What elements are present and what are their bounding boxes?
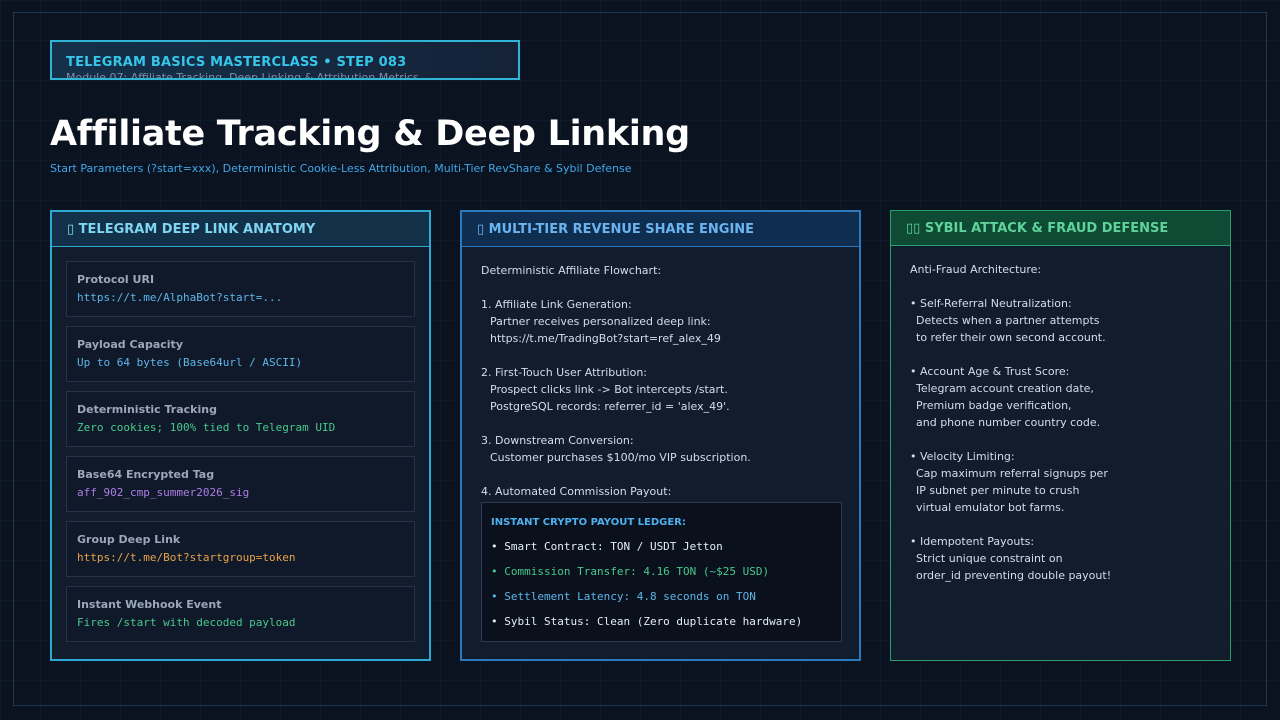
- step-badge: TELEGRAM BASICS MASTERCLASS • STEP 083 M…: [50, 40, 520, 80]
- card-label: Payload Capacity: [77, 338, 183, 351]
- flow-step-line: Partner receives personalized deep link:: [490, 315, 711, 328]
- card-value: Zero cookies; 100% tied to Telegram UID: [77, 421, 336, 434]
- anatomy-card: Base64 Encrypted Tag aff_902_cmp_summer2…: [66, 456, 415, 512]
- sybil-defense-panel: ▯▯ SYBIL ATTACK & FRAUD DEFENSE Anti-Fra…: [890, 210, 1231, 661]
- affiliate-flowchart: Deterministic Affiliate Flowchart: 1. Af…: [462, 247, 859, 500]
- flow-step-title: 1. Affiliate Link Generation:: [481, 298, 632, 311]
- flow-step-line: Prospect clicks link -> Bot intercepts /…: [490, 383, 728, 396]
- anti-fraud-list: Anti-Fraud Architecture: • Self-Referral…: [891, 246, 1230, 584]
- defense-item-title: • Idempotent Payouts:: [910, 535, 1035, 548]
- card-value: Up to 64 bytes (Base64url / ASCII): [77, 356, 303, 369]
- anatomy-card: Instant Webhook Event Fires /start with …: [66, 586, 415, 642]
- flow-step-title: 4. Automated Commission Payout:: [481, 485, 672, 498]
- card-label: Deterministic Tracking: [77, 403, 217, 416]
- flow-step-line: https://t.me/TradingBot?start=ref_alex_4…: [490, 332, 721, 345]
- panel-heading: ▯ TELEGRAM DEEP LINK ANATOMY: [52, 212, 429, 247]
- module-subtitle: Module 07: Affiliate Tracking, Deep Link…: [66, 71, 419, 80]
- defense-item-line: Telegram account creation date,: [916, 382, 1094, 395]
- panel-heading: ▯▯ SYBIL ATTACK & FRAUD DEFENSE: [891, 211, 1230, 246]
- defense-item-line: virtual emulator bot farms.: [916, 501, 1065, 514]
- payout-ledger: INSTANT CRYPTO PAYOUT LEDGER: • Smart Co…: [481, 502, 842, 642]
- panel-heading: ▯ MULTI-TIER REVENUE SHARE ENGINE: [462, 212, 859, 247]
- defense-item-title: • Velocity Limiting:: [910, 450, 1015, 463]
- defense-item-line: Strict unique constraint on: [916, 552, 1063, 565]
- card-value: https://t.me/AlphaBot?start=...: [77, 291, 283, 304]
- anatomy-card-list: Protocol URI https://t.me/AlphaBot?start…: [52, 247, 429, 642]
- flow-step-title: 2. First-Touch User Attribution:: [481, 366, 648, 379]
- page-subtitle: Start Parameters (?start=xxx), Determini…: [50, 162, 632, 175]
- ledger-title: INSTANT CRYPTO PAYOUT LEDGER:: [491, 517, 686, 528]
- defense-item-line: Cap maximum referral signups per: [916, 467, 1108, 480]
- card-value: Fires /start with decoded payload: [77, 616, 296, 629]
- flow-step-title: 3. Downstream Conversion:: [481, 434, 634, 447]
- anatomy-card: Protocol URI https://t.me/AlphaBot?start…: [66, 261, 415, 317]
- defense-item-line: Premium badge verification,: [916, 399, 1072, 412]
- defense-item-title: • Self-Referral Neutralization:: [910, 297, 1072, 310]
- deep-link-anatomy-panel: ▯ TELEGRAM DEEP LINK ANATOMY Protocol UR…: [50, 210, 431, 661]
- defense-item-line: IP subnet per minute to crush: [916, 484, 1080, 497]
- card-label: Protocol URI: [77, 273, 155, 286]
- defense-item-line: Detects when a partner attempts: [916, 314, 1100, 327]
- anatomy-card: Deterministic Tracking Zero cookies; 100…: [66, 391, 415, 447]
- ledger-row: • Settlement Latency: 4.8 seconds on TON: [491, 590, 756, 603]
- ledger-row: • Commission Transfer: 4.16 TON (~$25 US…: [491, 565, 770, 578]
- anatomy-card: Group Deep Link https://t.me/Bot?startgr…: [66, 521, 415, 577]
- card-value: aff_902_cmp_summer2026_sig: [77, 486, 250, 499]
- defense-intro: Anti-Fraud Architecture:: [910, 263, 1042, 276]
- defense-item-title: • Account Age & Trust Score:: [910, 365, 1070, 378]
- revenue-share-panel: ▯ MULTI-TIER REVENUE SHARE ENGINE Determ…: [460, 210, 861, 661]
- card-label: Instant Webhook Event: [77, 598, 222, 611]
- ledger-row: • Sybil Status: Clean (Zero duplicate ha…: [491, 615, 803, 628]
- ledger-row: • Smart Contract: TON / USDT Jetton: [491, 540, 723, 553]
- card-value: https://t.me/Bot?startgroup=token: [77, 551, 296, 564]
- step-title: TELEGRAM BASICS MASTERCLASS • STEP 083: [66, 55, 407, 70]
- defense-item-line: to refer their own second account.: [916, 331, 1106, 344]
- card-label: Base64 Encrypted Tag: [77, 468, 215, 481]
- flow-intro: Deterministic Affiliate Flowchart:: [481, 264, 662, 277]
- anatomy-card: Payload Capacity Up to 64 bytes (Base64u…: [66, 326, 415, 382]
- card-label: Group Deep Link: [77, 533, 181, 546]
- defense-item-line: and phone number country code.: [916, 416, 1101, 429]
- defense-item-line: order_id preventing double payout!: [916, 569, 1112, 582]
- page-title: Affiliate Tracking & Deep Linking: [50, 114, 690, 154]
- flow-step-line: PostgreSQL records: referrer_id = 'alex_…: [490, 400, 730, 413]
- flow-step-line: Customer purchases $100/mo VIP subscript…: [490, 451, 751, 464]
